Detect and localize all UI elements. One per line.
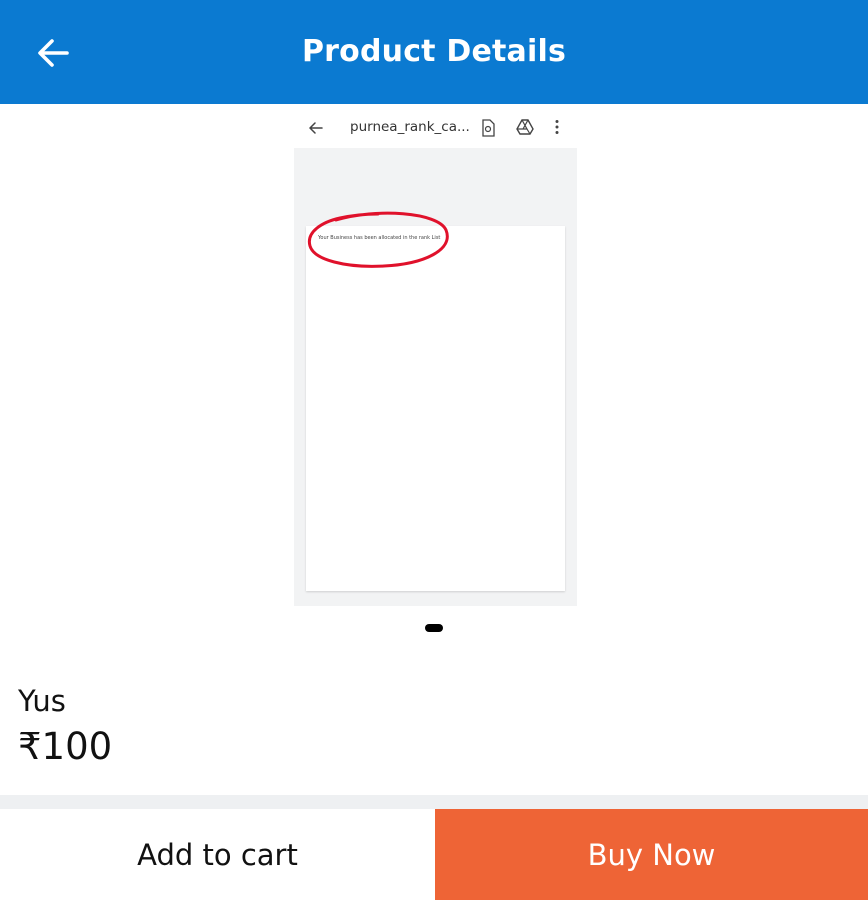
document-icon	[482, 119, 495, 137]
carousel-dot-active[interactable]	[425, 624, 443, 632]
divider	[0, 795, 868, 809]
drive-icon	[516, 119, 534, 135]
arrow-left-icon	[309, 122, 323, 134]
page-title: Product Details	[301, 34, 567, 69]
product-image[interactable]: purnea_rank_ca... Your Business has been…	[294, 108, 577, 606]
bottom-action-bar: Add to cart Buy Now	[0, 809, 868, 900]
app-bar: Product Details	[0, 0, 868, 104]
product-name: Yus	[18, 684, 66, 718]
document-page: Your Business has been allocated in the …	[306, 211, 565, 591]
buy-now-button[interactable]: Buy Now	[435, 809, 868, 900]
document-text: Your Business has been allocated in the …	[318, 235, 441, 241]
carousel-indicators	[0, 624, 868, 632]
more-vert-icon	[555, 120, 559, 134]
image-file-name: purnea_rank_ca...	[350, 119, 470, 135]
add-to-cart-button[interactable]: Add to cart	[0, 809, 435, 900]
red-annotation-circle	[307, 211, 449, 268]
image-toolbar: purnea_rank_ca...	[294, 108, 577, 148]
product-image-carousel[interactable]: purnea_rank_ca... Your Business has been…	[0, 104, 868, 644]
product-price: ₹100	[18, 725, 113, 768]
